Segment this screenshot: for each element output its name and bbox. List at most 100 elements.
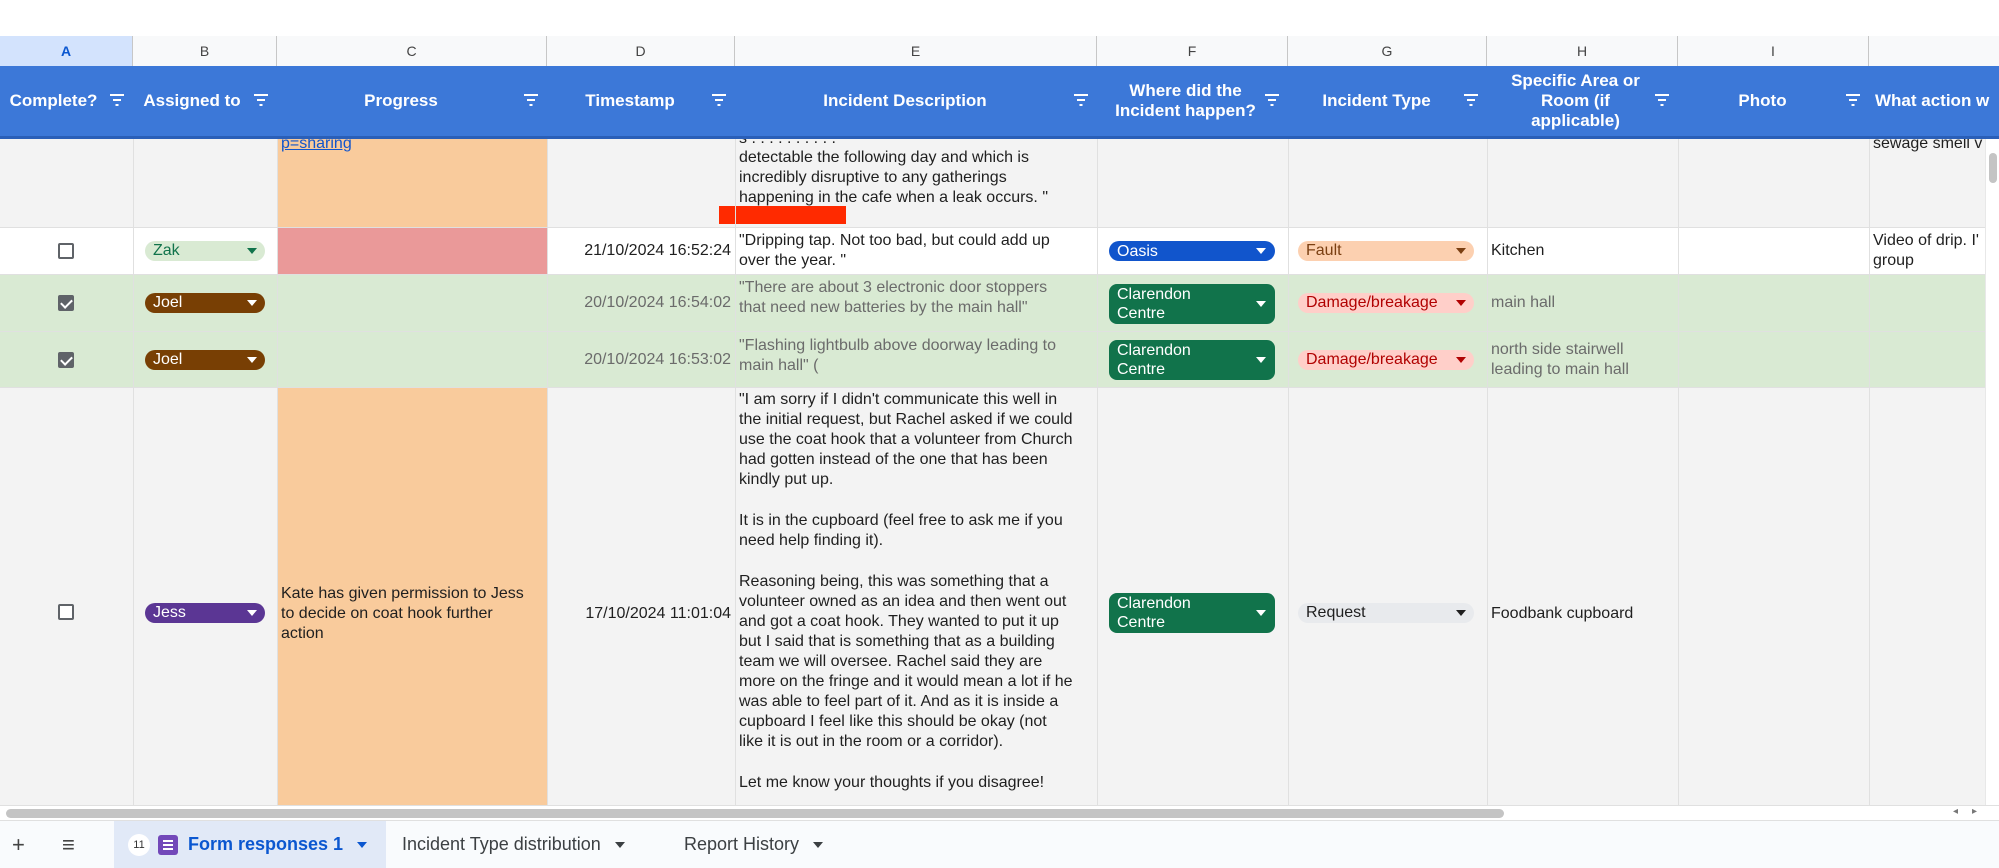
assigned-label: Zak [153, 242, 180, 259]
column-header-d[interactable]: D [547, 36, 735, 66]
area-cell[interactable]: main hall [1487, 275, 1678, 331]
type-cell[interactable]: Damage/breakage [1288, 275, 1487, 331]
complete-cell[interactable] [0, 228, 133, 274]
type-chip[interactable]: Damage/breakage [1298, 350, 1474, 370]
tab-incident-type-distribution[interactable]: Incident Type distribution [402, 821, 625, 868]
description-cell[interactable]: "Flashing lightbulb above doorway leadin… [735, 332, 1097, 387]
table-row: Joel 20/10/2024 16:54:02 "There are abou… [0, 275, 1999, 473]
vertical-scrollbar[interactable] [1985, 139, 1999, 805]
timestamp-cell[interactable]: 17/10/2024 11:01:04 [547, 388, 735, 805]
assigned-cell[interactable]: Jess [133, 388, 277, 805]
assigned-chip[interactable]: Jess [145, 603, 265, 623]
filter-icon[interactable] [253, 93, 269, 107]
header-assigned[interactable]: Assigned to [133, 66, 277, 136]
header-progress[interactable]: Progress [277, 66, 547, 136]
tab-report-history[interactable]: Report History [684, 821, 824, 868]
complete-checkbox[interactable] [58, 351, 74, 368]
type-cell[interactable]: Damage/breakage [1288, 332, 1487, 387]
complete-cell[interactable] [0, 332, 133, 387]
complete-cell[interactable] [0, 388, 133, 805]
progress-cell[interactable] [277, 228, 547, 274]
complete-cell[interactable] [0, 275, 133, 331]
column-header-c[interactable]: C [277, 36, 547, 66]
toolbar-area [0, 0, 1999, 37]
scrollbar-thumb[interactable] [1989, 153, 1997, 183]
where-cell[interactable]: Oasis [1097, 228, 1288, 274]
complete-checkbox[interactable] [58, 604, 74, 620]
filter-icon[interactable] [523, 93, 539, 107]
timestamp-cell[interactable]: 20/10/2024 16:54:02 [547, 275, 735, 331]
header-timestamp[interactable]: Timestamp [547, 66, 735, 136]
type-chip[interactable]: Damage/breakage [1298, 293, 1474, 313]
where-cell[interactable]: Clarendon Centre [1097, 388, 1288, 805]
description-cell[interactable]: "Dripping tap. Not too bad, but could ad… [735, 228, 1097, 274]
header-action[interactable]: What action w [1869, 66, 1999, 136]
scroll-right-icon[interactable]: ▸ [1972, 806, 1977, 817]
column-header-a[interactable]: A [0, 36, 133, 66]
assigned-cell[interactable]: Joel [133, 332, 277, 387]
progress-cell[interactable]: p=sharing [277, 139, 547, 227]
area-cell[interactable]: Kitchen [1487, 228, 1678, 274]
column-header-h[interactable]: H [1487, 36, 1678, 66]
type-cell[interactable]: Request [1288, 388, 1487, 805]
horizontal-scrollbar[interactable]: ◂ ▸ [0, 805, 1999, 820]
area-text: main hall [1491, 294, 1556, 311]
chevron-down-icon[interactable] [357, 841, 368, 848]
where-chip[interactable]: Clarendon Centre [1109, 593, 1275, 633]
header-where[interactable]: Where did the Incident happen? [1097, 66, 1288, 136]
filter-icon[interactable] [711, 93, 727, 107]
type-cell[interactable]: Fault [1288, 228, 1487, 274]
where-chip[interactable]: Oasis [1109, 241, 1275, 261]
all-sheets-menu-icon[interactable]: ≡ [62, 821, 75, 868]
progress-cell[interactable]: Kate has given permission to Jess to dec… [277, 388, 547, 805]
header-complete[interactable]: Complete? [0, 66, 133, 136]
scroll-left-icon[interactable]: ◂ [1953, 806, 1958, 817]
column-header-f[interactable]: F [1097, 36, 1288, 66]
tab-form-responses[interactable]: 11 Form responses 1 [114, 821, 386, 868]
column-header-e[interactable]: E [735, 36, 1097, 66]
chevron-down-icon [1256, 301, 1266, 307]
scrollbar-thumb[interactable] [6, 809, 1504, 818]
header-photo[interactable]: Photo [1678, 66, 1869, 136]
filter-icon[interactable] [1654, 93, 1670, 107]
where-cell[interactable]: Clarendon Centre [1097, 332, 1288, 387]
header-type[interactable]: Incident Type [1288, 66, 1487, 136]
column-header-g[interactable]: G [1288, 36, 1487, 66]
column-header-j[interactable] [1869, 36, 1999, 66]
description-cell[interactable]: "There are about 3 electronic door stopp… [735, 275, 1097, 331]
where-cell[interactable]: Clarendon Centre [1097, 275, 1288, 331]
where-chip[interactable]: Clarendon Centre [1109, 284, 1275, 324]
filter-icon[interactable] [1264, 93, 1280, 107]
assigned-label: Jess [153, 604, 186, 621]
progress-link[interactable]: p=sharing [281, 139, 352, 154]
header-description[interactable]: Incident Description [735, 66, 1097, 136]
chevron-down-icon[interactable] [614, 841, 625, 848]
chevron-down-icon[interactable] [813, 841, 824, 848]
complete-checkbox[interactable] [58, 243, 74, 259]
column-header-i[interactable]: I [1678, 36, 1869, 66]
area-cell[interactable]: north side stairwell leading to main hal… [1487, 332, 1678, 387]
type-chip[interactable]: Request [1298, 603, 1474, 623]
filter-icon[interactable] [109, 93, 125, 107]
action-cell[interactable]: Video of drip. I' group [1869, 228, 1985, 274]
assigned-chip[interactable]: Joel [145, 350, 265, 370]
type-chip[interactable]: Fault [1298, 241, 1474, 261]
filter-icon[interactable] [1073, 93, 1089, 107]
filter-icon[interactable] [1463, 93, 1479, 107]
assigned-chip[interactable]: Joel [145, 293, 265, 313]
complete-checkbox[interactable] [58, 295, 74, 311]
assigned-cell[interactable]: Zak [133, 228, 277, 274]
where-chip[interactable]: Clarendon Centre [1109, 340, 1275, 380]
action-cell[interactable]: sewage smell v [1869, 139, 1985, 227]
header-area[interactable]: Specific Area or Room (if applicable) [1487, 66, 1678, 136]
timestamp-cell[interactable]: 20/10/2024 16:53:02 [547, 332, 735, 387]
filter-icon[interactable] [1845, 93, 1861, 107]
timestamp-cell[interactable]: 21/10/2024 16:52:24 [547, 228, 735, 274]
assigned-cell[interactable]: Joel [133, 275, 277, 331]
assigned-chip[interactable]: Zak [145, 241, 265, 261]
description-cell[interactable]: "I am sorry if I didn't communicate this… [735, 388, 1097, 805]
column-header-b[interactable]: B [133, 36, 277, 66]
add-sheet-icon[interactable]: + [12, 821, 25, 868]
where-label: Oasis [1117, 242, 1158, 260]
area-cell[interactable]: Foodbank cupboard [1487, 388, 1678, 805]
